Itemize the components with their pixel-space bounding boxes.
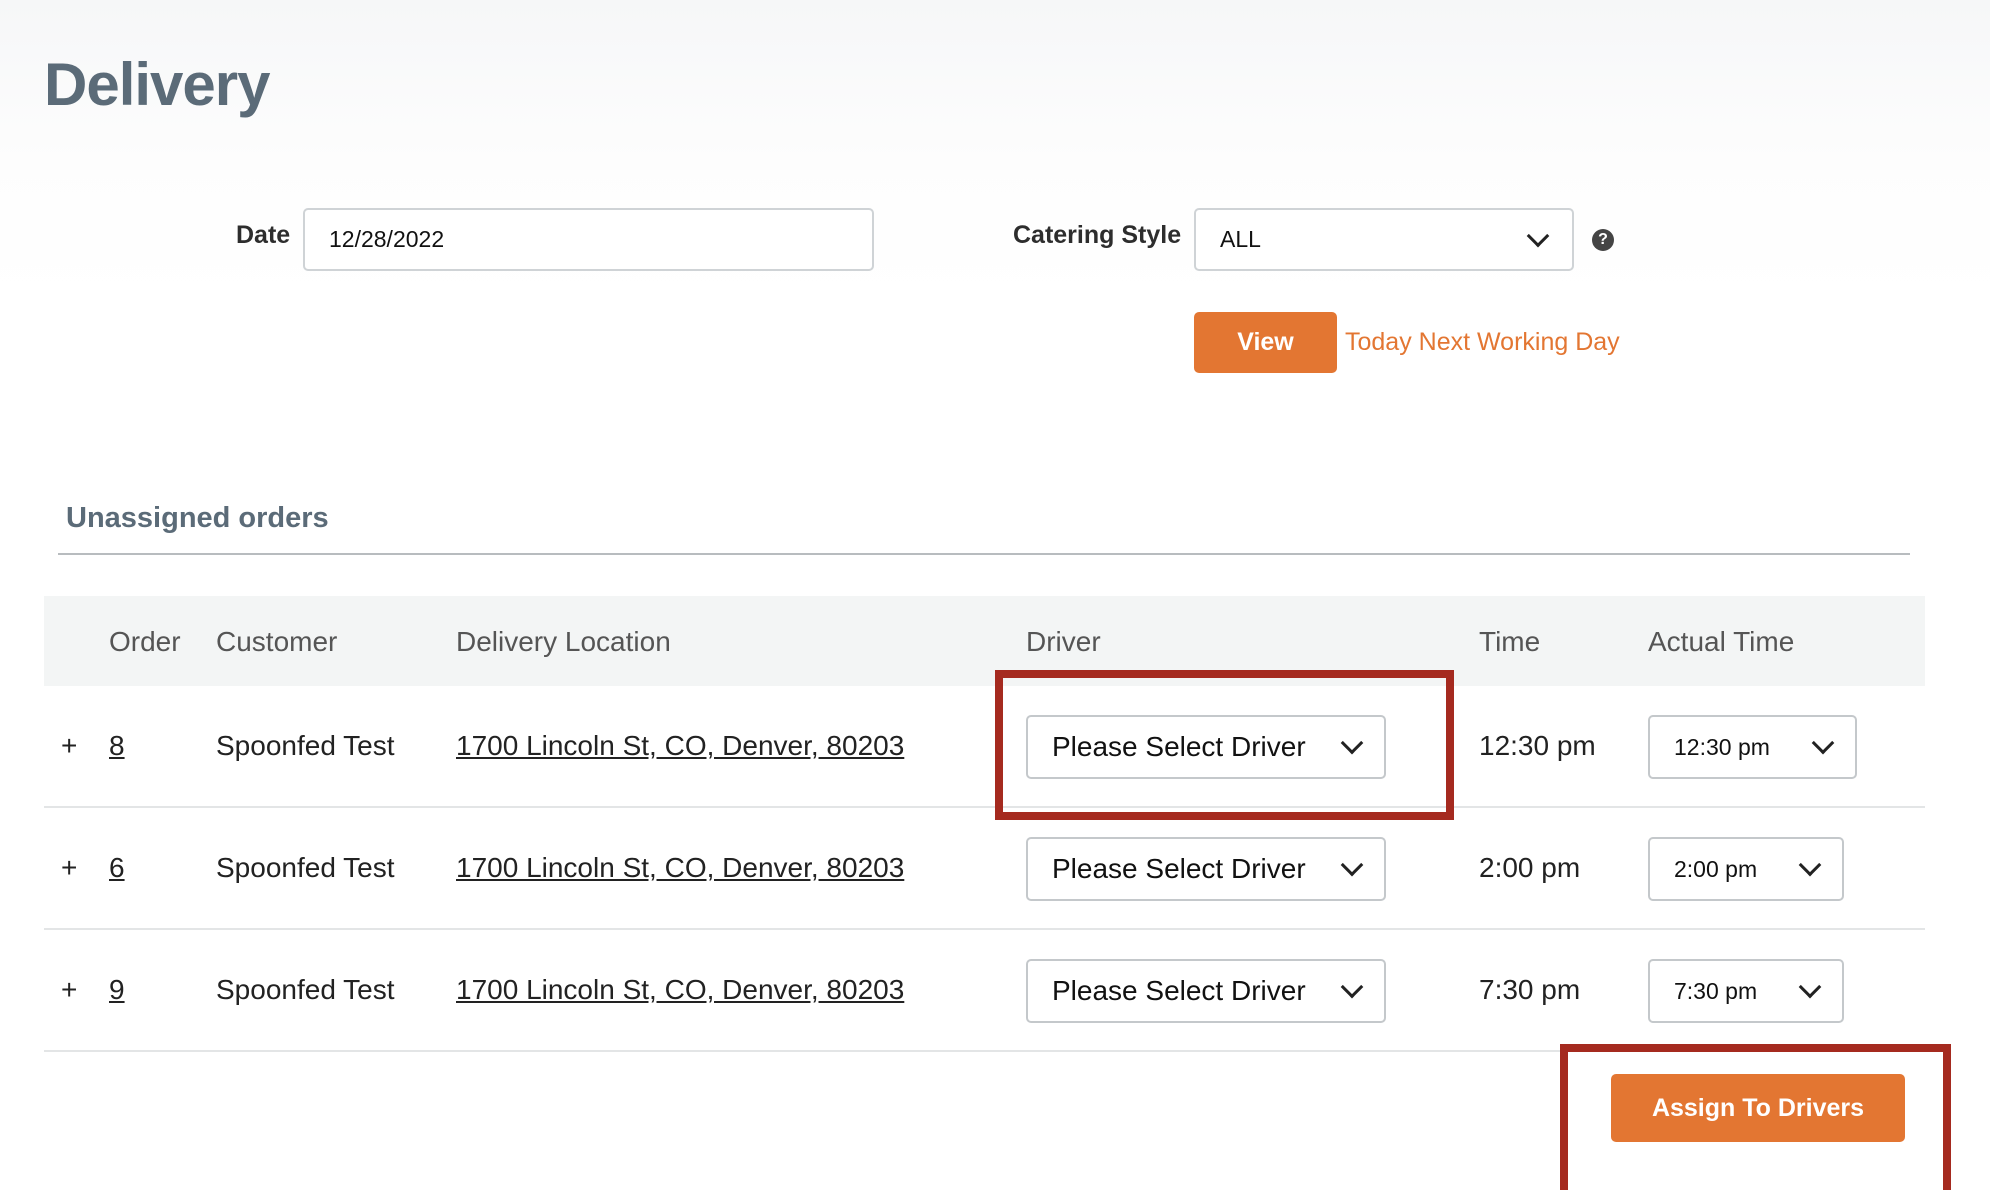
driver-select-value: Please Select Driver — [1052, 975, 1306, 1006]
actual-time-select[interactable]: 2:00 pm — [1648, 837, 1844, 901]
assign-to-drivers-button[interactable]: Assign To Drivers — [1611, 1074, 1905, 1142]
table-row: + 8 Spoonfed Test 1700 Lincoln St, CO, D… — [44, 686, 1925, 808]
delivery-location-link[interactable]: 1700 Lincoln St, CO, Denver, 80203 — [456, 730, 904, 762]
unassigned-orders-title: Unassigned orders — [66, 502, 329, 534]
table-row: + 6 Spoonfed Test 1700 Lincoln St, CO, D… — [44, 808, 1925, 930]
expand-row-button[interactable]: + — [61, 852, 77, 884]
expand-row-button[interactable]: + — [61, 974, 77, 1006]
driver-select-value: Please Select Driver — [1052, 853, 1306, 884]
catering-style-select[interactable]: ALL — [1194, 208, 1574, 271]
chevron-down-icon — [1340, 975, 1364, 999]
chevron-down-icon — [1340, 853, 1364, 877]
date-input[interactable]: 12/28/2022 — [303, 208, 874, 271]
customer-name: Spoonfed Test — [216, 974, 395, 1005]
driver-select-highlight — [995, 670, 1454, 820]
quick-date-links: Today Next Working Day — [1345, 328, 1620, 357]
order-link[interactable]: 8 — [109, 730, 125, 762]
help-icon[interactable]: ? — [1592, 229, 1614, 251]
driver-select[interactable]: Please Select Driver — [1026, 837, 1386, 901]
actual-time-value: 7:30 pm — [1674, 977, 1758, 1004]
column-header-actual-time: Actual Time — [1648, 626, 1795, 657]
today-link[interactable]: Today — [1345, 328, 1412, 356]
date-label: Date — [236, 221, 291, 249]
actual-time-value: 12:30 pm — [1674, 733, 1770, 760]
driver-select[interactable]: Please Select Driver — [1026, 959, 1386, 1023]
table-row: + 9 Spoonfed Test 1700 Lincoln St, CO, D… — [44, 930, 1925, 1052]
chevron-down-icon — [1811, 731, 1835, 755]
expand-row-button[interactable]: + — [61, 730, 77, 762]
scheduled-time: 7:30 pm — [1479, 974, 1581, 1005]
scheduled-time: 12:30 pm — [1479, 730, 1596, 761]
delivery-location-link[interactable]: 1700 Lincoln St, CO, Denver, 80203 — [456, 852, 904, 884]
column-header-location: Delivery Location — [456, 626, 671, 657]
customer-name: Spoonfed Test — [216, 852, 395, 883]
actual-time-select[interactable]: 12:30 pm — [1648, 715, 1857, 779]
page-title: Delivery — [44, 51, 270, 118]
actual-time-select[interactable]: 7:30 pm — [1648, 959, 1844, 1023]
scheduled-time: 2:00 pm — [1479, 852, 1581, 883]
catering-style-label: Catering Style — [1013, 221, 1182, 249]
chevron-down-icon — [1798, 853, 1822, 877]
next-working-day-link[interactable]: Next Working Day — [1419, 328, 1620, 356]
table-header: Order Customer Delivery Location Driver … — [44, 596, 1925, 686]
column-header-driver: Driver — [1026, 626, 1101, 657]
column-header-order: Order — [109, 626, 181, 657]
column-header-time: Time — [1479, 626, 1541, 657]
chevron-down-icon — [1798, 975, 1822, 999]
order-link[interactable]: 9 — [109, 974, 125, 1006]
delivery-location-link[interactable]: 1700 Lincoln St, CO, Denver, 80203 — [456, 974, 904, 1006]
customer-name: Spoonfed Test — [216, 730, 395, 761]
date-value: 12/28/2022 — [329, 226, 445, 252]
view-button[interactable]: View — [1194, 312, 1337, 373]
section-divider — [58, 553, 1910, 555]
column-header-customer: Customer — [216, 626, 338, 657]
catering-style-value: ALL — [1220, 226, 1261, 252]
actual-time-value: 2:00 pm — [1674, 855, 1758, 882]
order-link[interactable]: 6 — [109, 852, 125, 884]
chevron-down-icon — [1526, 224, 1550, 248]
